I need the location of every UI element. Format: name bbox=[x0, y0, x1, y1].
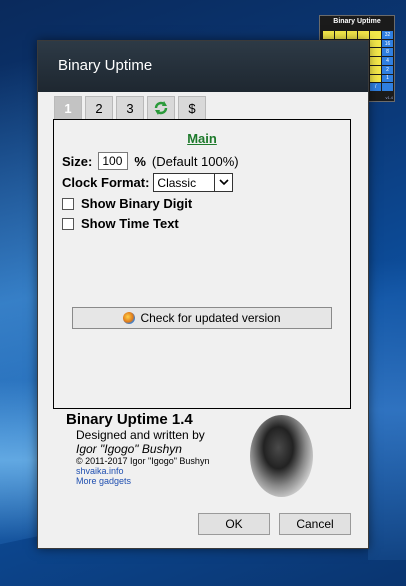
show-time-text-label: Show Time Text bbox=[81, 216, 179, 231]
widget-version: v1.4 bbox=[385, 95, 393, 100]
widget-cell bbox=[358, 31, 370, 39]
clock-format-label: Clock Format: bbox=[62, 175, 150, 190]
size-input[interactable]: 100 bbox=[98, 152, 129, 170]
settings-panel: Main Size: 100 % (Default 100%) Clock Fo… bbox=[53, 119, 351, 409]
widget-row-label: 2 bbox=[382, 65, 393, 74]
show-binary-digit-row[interactable]: Show Binary Digit bbox=[62, 196, 192, 211]
widget-col-label: / bbox=[370, 83, 382, 91]
settings-dialog: Binary Uptime 1 2 3 $ Main Size: 100 % (… bbox=[37, 40, 369, 549]
widget-cell bbox=[323, 31, 334, 39]
about-section: Binary Uptime 1.4 Designed and written b… bbox=[66, 411, 266, 486]
tab-1[interactable]: 1 bbox=[54, 96, 82, 119]
widget-row-label: 8 bbox=[382, 48, 393, 57]
refresh-icon bbox=[154, 101, 168, 115]
widget-row-label: 4 bbox=[382, 57, 393, 65]
widget-cell bbox=[346, 31, 358, 39]
tab-bar: 1 2 3 $ bbox=[54, 96, 209, 119]
show-binary-digit-checkbox[interactable] bbox=[62, 197, 74, 210]
widget-cell bbox=[334, 31, 346, 39]
cancel-button[interactable]: Cancel bbox=[279, 513, 351, 535]
widget-row-label: 16 bbox=[382, 39, 393, 48]
widget-cell bbox=[370, 65, 382, 74]
widget-cell bbox=[370, 74, 382, 83]
widget-cell bbox=[370, 48, 382, 57]
widget-title: Binary Uptime bbox=[333, 18, 381, 25]
tab-donate[interactable]: $ bbox=[178, 96, 206, 119]
widget-row-label: 32 bbox=[382, 31, 393, 39]
clock-format-row: Clock Format: Classic bbox=[62, 173, 234, 192]
size-default: (Default 100%) bbox=[151, 153, 239, 169]
check-update-label: Check for updated version bbox=[140, 311, 281, 325]
clock-format-value: Classic bbox=[157, 175, 197, 190]
more-gadgets-link[interactable]: More gadgets bbox=[76, 476, 266, 486]
tab-2[interactable]: 2 bbox=[85, 96, 113, 119]
show-time-text-checkbox[interactable] bbox=[62, 217, 74, 230]
chevron-down-icon bbox=[214, 174, 232, 191]
desktop-glow-right bbox=[368, 260, 406, 560]
show-time-text-row[interactable]: Show Time Text bbox=[62, 216, 179, 231]
app-name: Binary Uptime 1.4 bbox=[66, 411, 193, 428]
widget-cell bbox=[370, 57, 382, 65]
tab-refresh[interactable] bbox=[147, 96, 175, 119]
globe-icon bbox=[123, 312, 136, 324]
copyright-text: © 2011-2017 Igor "Igogo" Bushyn bbox=[76, 456, 210, 466]
tab-3[interactable]: 3 bbox=[116, 96, 144, 119]
dialog-title: Binary Uptime bbox=[58, 57, 153, 74]
widget-row-label: 1 bbox=[382, 74, 393, 83]
dialog-titlebar[interactable]: Binary Uptime bbox=[38, 41, 368, 92]
author-name: Igor "Igogo" Bushyn bbox=[76, 442, 182, 456]
main-link[interactable]: Main bbox=[54, 131, 350, 146]
designed-by: Designed and written by bbox=[76, 428, 205, 442]
check-update-button[interactable]: Check for updated version bbox=[72, 307, 332, 329]
clock-format-select[interactable]: Classic bbox=[153, 173, 234, 192]
author-cat-photo bbox=[250, 415, 313, 497]
widget-cell bbox=[370, 39, 382, 48]
widget-cell bbox=[370, 31, 382, 39]
size-label: Size: bbox=[62, 153, 93, 169]
show-binary-digit-label: Show Binary Digit bbox=[81, 196, 193, 211]
ok-button[interactable]: OK bbox=[198, 513, 270, 535]
size-unit: % bbox=[134, 153, 146, 169]
widget-corner bbox=[382, 83, 393, 91]
size-row: Size: 100 % (Default 100%) bbox=[62, 152, 239, 170]
site-link[interactable]: shvaika.info bbox=[76, 466, 266, 476]
